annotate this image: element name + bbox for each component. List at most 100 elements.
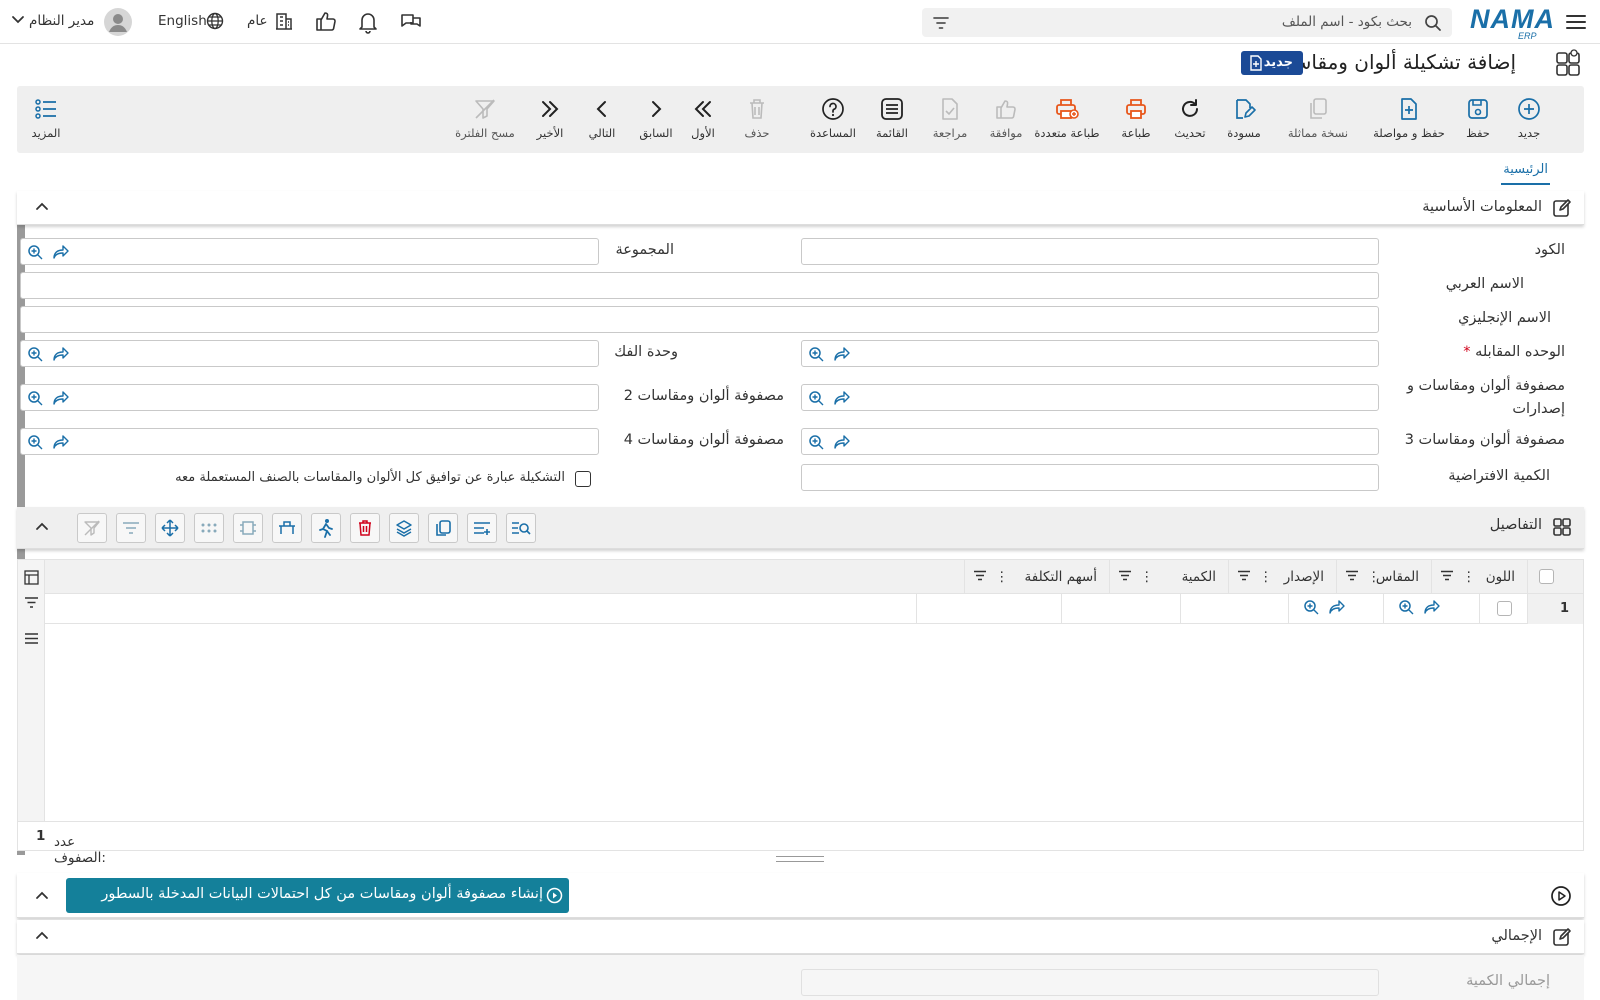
help-button[interactable]: المساعدة [803, 96, 863, 140]
new-button[interactable]: جديد [1511, 96, 1547, 140]
insert-row-button[interactable] [467, 513, 497, 543]
avatar[interactable] [104, 8, 132, 36]
column-filter-icon[interactable] [973, 569, 987, 585]
search-plus-icon[interactable] [27, 434, 44, 455]
next-button[interactable]: التالي [584, 96, 620, 140]
first-button[interactable]: الأول [685, 96, 721, 140]
share-icon[interactable] [833, 346, 851, 367]
version-cell[interactable] [1180, 594, 1288, 624]
branch-label[interactable]: عام [247, 13, 268, 29]
review-button[interactable]: مراجعة [930, 96, 970, 140]
search-plus-icon[interactable] [808, 434, 825, 455]
search-plus-icon[interactable] [808, 346, 825, 367]
chat-icon[interactable] [399, 11, 423, 33]
column-menu-icon[interactable]: ⋮ [1367, 569, 1381, 585]
matrix-3-field[interactable] [801, 428, 1379, 455]
cost-shares-cell[interactable] [916, 594, 1061, 624]
size-cell[interactable] [1288, 594, 1383, 624]
column-header[interactable]: المقاس ⋮ [1336, 560, 1431, 594]
chevron-up-icon[interactable] [34, 200, 50, 216]
menu-icon[interactable] [1565, 12, 1587, 32]
more-button[interactable]: المزيد [25, 96, 67, 140]
filter-icon[interactable] [24, 596, 39, 613]
matrix-2-field[interactable] [20, 384, 599, 411]
column-filter-icon[interactable] [1440, 569, 1454, 585]
save-continue-button[interactable]: حفظ و مواصلة [1368, 96, 1450, 140]
search-plus-icon[interactable] [1398, 599, 1415, 620]
column-menu-icon[interactable]: ⋮ [1140, 569, 1154, 585]
filter-icon[interactable] [932, 15, 950, 31]
share-icon[interactable] [52, 244, 70, 265]
chevron-up-icon[interactable] [34, 520, 50, 536]
share-icon[interactable] [1423, 599, 1441, 620]
compat-checkbox[interactable] [575, 471, 591, 487]
search-plus-icon[interactable] [27, 346, 44, 367]
share-icon[interactable] [1328, 599, 1346, 620]
building-icon[interactable] [274, 11, 294, 31]
search-plus-icon[interactable] [808, 390, 825, 411]
share-icon[interactable] [52, 434, 70, 455]
column-filter-icon[interactable] [1345, 569, 1359, 585]
chevron-down-icon[interactable] [11, 15, 25, 25]
filter-button[interactable] [116, 513, 146, 543]
refresh-button[interactable]: تحديث [1172, 96, 1208, 140]
fit-columns-button[interactable] [233, 513, 263, 543]
clear-filter-button[interactable]: مسح الفلترة [453, 96, 517, 140]
last-button[interactable]: الأخير [532, 96, 568, 140]
matrix-4-field[interactable] [20, 428, 599, 455]
quantity-cell[interactable] [1061, 594, 1180, 624]
column-menu-icon[interactable]: ⋮ [1462, 569, 1476, 585]
matrix-1-field[interactable] [801, 384, 1379, 411]
menu-icon[interactable] [24, 632, 39, 649]
run-button[interactable] [311, 513, 341, 543]
arabic-name-field[interactable] [20, 272, 1379, 299]
grid-search-button[interactable] [506, 513, 536, 543]
copy-row-button[interactable] [428, 513, 458, 543]
table-icon[interactable] [24, 570, 39, 589]
previous-button[interactable]: السابق [638, 96, 674, 140]
search-plus-icon[interactable] [27, 244, 44, 265]
share-icon[interactable] [833, 434, 851, 455]
column-header[interactable]: أسهم التكلفة ⋮ [964, 560, 1109, 594]
column-header[interactable]: الإصدار ⋮ [1228, 560, 1336, 594]
english-name-field[interactable] [20, 306, 1379, 333]
language-switch[interactable]: English [158, 13, 207, 29]
column-filter-icon[interactable] [1237, 569, 1251, 585]
layout-button[interactable] [272, 513, 302, 543]
delete-row-button[interactable] [350, 513, 380, 543]
print-button[interactable]: طباعة [1118, 96, 1154, 140]
color-cell[interactable] [1383, 594, 1479, 624]
bell-icon[interactable] [357, 10, 379, 34]
table-row[interactable]: 1 [45, 594, 1583, 624]
totals-header[interactable]: الإجمالي [17, 920, 1584, 954]
tab-main[interactable]: الرئيسية [1501, 162, 1550, 185]
share-icon[interactable] [52, 346, 70, 367]
unit-field[interactable] [801, 340, 1379, 367]
column-menu-icon[interactable]: ⋮ [1259, 569, 1273, 585]
list-button[interactable]: القائمة [872, 96, 912, 140]
chevron-up-icon[interactable] [34, 889, 50, 905]
resize-handle[interactable] [776, 856, 824, 862]
column-menu-icon[interactable]: ⋮ [995, 569, 1009, 585]
approve-button[interactable]: موافقة [986, 96, 1026, 140]
save-button[interactable]: حفظ [1460, 96, 1496, 140]
row-checkbox[interactable] [1497, 601, 1512, 616]
duplicate-button[interactable]: نسخة مماثلة [1284, 96, 1352, 140]
chevron-up-icon[interactable] [34, 929, 50, 945]
break-unit-field[interactable] [20, 340, 599, 367]
default-qty-field[interactable] [801, 464, 1379, 491]
column-filter-icon[interactable] [1118, 569, 1132, 585]
dots-grid-button[interactable] [194, 513, 224, 543]
clear-filter-button[interactable] [77, 513, 107, 543]
column-header[interactable]: اللون ⋮ [1431, 560, 1527, 594]
code-field[interactable] [801, 238, 1379, 265]
layers-button[interactable] [389, 513, 419, 543]
share-icon[interactable] [52, 390, 70, 411]
select-all-checkbox[interactable] [1539, 569, 1554, 584]
multi-print-button[interactable]: طباعة متعددة [1032, 96, 1102, 140]
thumbs-up-icon[interactable] [314, 10, 338, 32]
column-header[interactable]: الكمية ⋮ [1109, 560, 1228, 594]
search-plus-icon[interactable] [1303, 599, 1320, 620]
draft-button[interactable]: مسودة [1221, 96, 1267, 140]
search-input[interactable]: بحث بكود - اسم الملف [922, 8, 1452, 37]
